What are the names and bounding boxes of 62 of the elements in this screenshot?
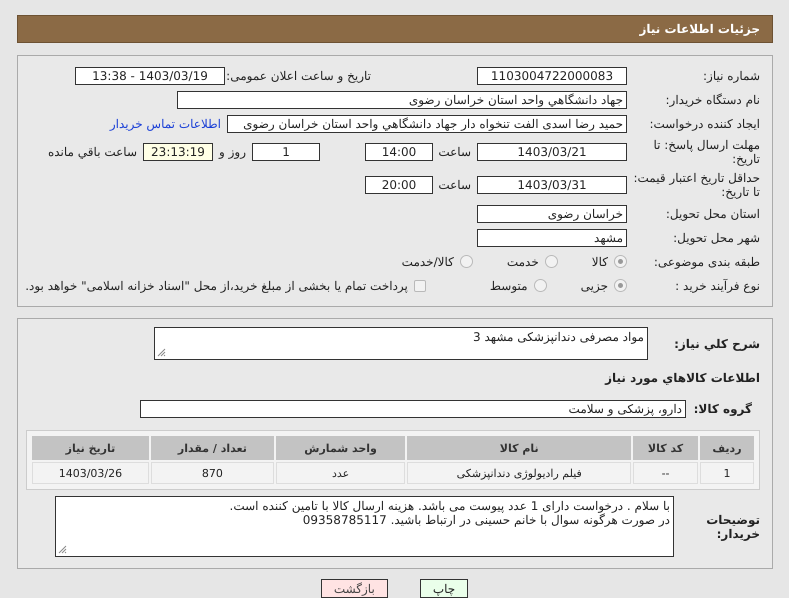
- text-field[interactable]: 23:13:19: [143, 143, 213, 161]
- column-header: کد کالا: [633, 436, 698, 460]
- field-label: نوع فرآیند خرید :: [674, 278, 760, 292]
- field-label: شهر محل تحویل:: [672, 230, 760, 244]
- option-label: متوسط: [490, 278, 528, 292]
- column-header: نام کالا: [407, 436, 632, 460]
- table-cell: عدد: [276, 462, 406, 484]
- field-label: استان محل تحویل:: [664, 206, 760, 220]
- field-label: ایجاد کننده درخواست:: [648, 116, 760, 130]
- table-cell: 870: [150, 462, 274, 484]
- field-label: مهلت ارسال پاسخ: تا تاریخ:: [652, 138, 760, 166]
- radio-button[interactable]: [534, 279, 547, 292]
- radio-button[interactable]: [544, 255, 558, 268]
- option-label: پرداخت تمام یا بخشی از مبلغ خرید،از محل "اسناد خزانه اسلامی" خواهد بود.: [25, 278, 408, 292]
- text-field[interactable]: 14:00: [365, 143, 433, 161]
- print-button[interactable]: چاپ: [420, 579, 468, 598]
- column-header: تاریخ نیاز: [32, 436, 149, 460]
- section-title: اطلاعات کالاهاي مورد نیاز: [605, 370, 760, 384]
- text-field[interactable]: 20:00: [365, 176, 433, 194]
- resize-grip-icon[interactable]: [58, 545, 67, 554]
- text-field[interactable]: 1403/03/21: [477, 143, 627, 161]
- summary-field[interactable]: مواد مصرفی دندانپزشکی مشهد 3: [154, 327, 648, 360]
- column-header: تعداد / مقدار: [150, 436, 274, 460]
- field-label: روز و: [219, 145, 246, 159]
- back-button[interactable]: بازگشت: [320, 579, 388, 598]
- option-label: کالا: [592, 254, 608, 268]
- field-label: حداقل تاریخ اعتبار قیمت: تا تاریخ:: [633, 171, 760, 199]
- radio-button[interactable]: [614, 279, 627, 292]
- option-label: جزیی: [580, 278, 608, 292]
- text-field[interactable]: 1103004722000083: [477, 66, 627, 84]
- page-title: جزئیات اطلاعات نیاز: [639, 22, 760, 36]
- field-label: نام دستگاه خریدار:: [664, 92, 760, 106]
- field-label: ساعت: [439, 178, 471, 192]
- contact-link[interactable]: اطلاعات تماس خریدار: [110, 116, 221, 130]
- notes-field[interactable]: با سلام . درخواست دارای 1 عدد پیوست می باشد. هزینه ارسال کالا با تامین کننده است. در صورت هرگونه سوال با خانم حسینی در ارتباط باشید. 09358785117: [55, 496, 674, 557]
- radio-button[interactable]: [460, 255, 473, 268]
- table-cell: --: [633, 462, 698, 484]
- field-label: شماره نیاز:: [702, 68, 760, 82]
- field-label: شرح کلي نیاز:: [673, 336, 760, 350]
- field-label: توضیحات خریدار:: [705, 512, 760, 540]
- field-label: ساعت باقي مانده: [48, 145, 137, 159]
- text-field[interactable]: 1: [252, 143, 320, 161]
- text-field[interactable]: خراسان رضوی: [477, 204, 627, 222]
- text-field[interactable]: 1403/03/19 - 13:38: [75, 66, 225, 84]
- radio-button[interactable]: [614, 255, 627, 268]
- option-label: کالا/خدمت: [402, 254, 454, 268]
- goods-group-field[interactable]: دارو، پزشکی و سلامت: [140, 400, 686, 418]
- field-label: ساعت: [439, 145, 471, 159]
- table-cell: 1403/03/26: [32, 462, 149, 484]
- column-header: واحد شمارش: [276, 436, 406, 460]
- table-cell: فیلم رادیولوژی دندانپزشکی: [407, 462, 632, 484]
- field-label: گروه کالا:: [692, 402, 752, 416]
- text-field[interactable]: جهاد دانشگاهي واحد استان خراسان رضوی: [177, 90, 627, 108]
- option-label: خدمت: [506, 254, 539, 268]
- field-label: طبقه بندی موضوعی:: [652, 254, 760, 268]
- checkbox[interactable]: [414, 280, 426, 292]
- text-field[interactable]: مشهد: [477, 228, 627, 246]
- resize-grip-icon[interactable]: [157, 348, 166, 357]
- text-field[interactable]: 1403/03/31: [477, 176, 627, 194]
- table-cell: 1: [700, 462, 754, 484]
- text-field[interactable]: حمید رضا اسدی الفت تنخواه دار جهاد دانشگاهي واحد استان خراسان رضوی: [227, 114, 627, 132]
- column-header: ردیف: [700, 436, 754, 460]
